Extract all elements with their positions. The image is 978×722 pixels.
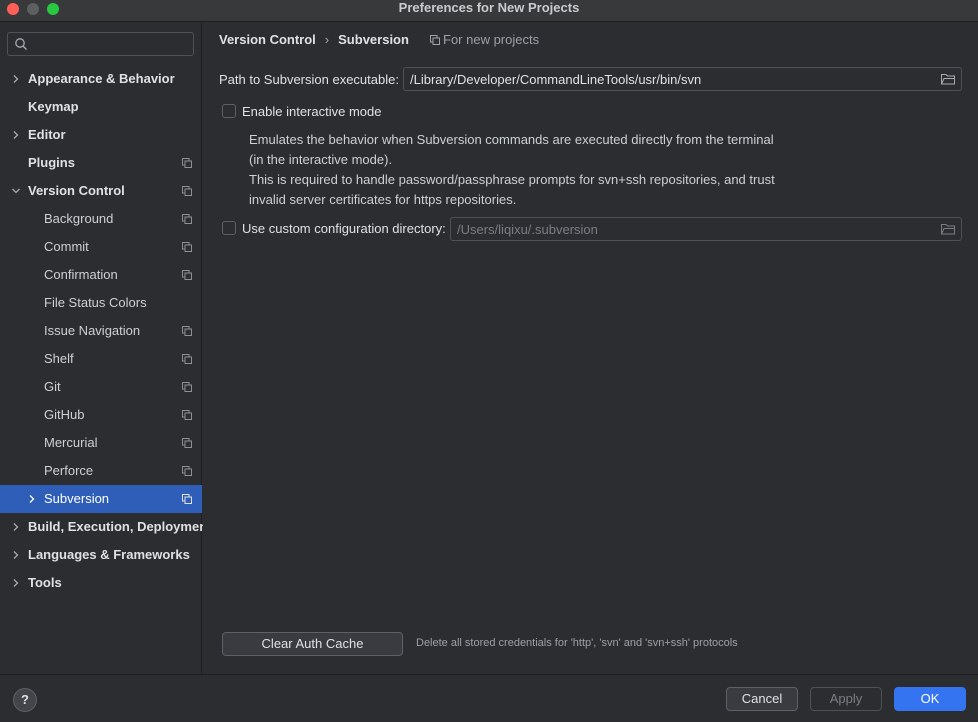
project-scope-icon bbox=[182, 326, 192, 336]
scope-label: For new projects bbox=[443, 32, 540, 47]
sidebar-item-label: File Status Colors bbox=[44, 295, 147, 310]
sidebar-item-label: Mercurial bbox=[44, 435, 98, 450]
sidebar-item-label: Shelf bbox=[44, 351, 74, 366]
svn-path-label: Path to Subversion executable: bbox=[219, 72, 399, 87]
sidebar-item-label: Editor bbox=[28, 127, 66, 142]
interactive-mode-checkbox[interactable] bbox=[222, 104, 236, 118]
custom-config-input[interactable] bbox=[457, 221, 927, 237]
search-input[interactable] bbox=[34, 35, 190, 53]
chevron-right-icon[interactable] bbox=[11, 578, 21, 588]
cancel-button[interactable]: Cancel bbox=[726, 687, 798, 711]
custom-config-field[interactable] bbox=[450, 217, 962, 241]
sidebar-item-editor[interactable]: Editor bbox=[0, 121, 202, 149]
project-scope-icon bbox=[182, 354, 192, 364]
breadcrumb-current: Subversion bbox=[338, 32, 409, 47]
sidebar-item-label: Build, Execution, Deployment bbox=[28, 519, 212, 534]
sidebar-item-github[interactable]: GitHub bbox=[0, 401, 202, 429]
sidebar-item-confirmation[interactable]: Confirmation bbox=[0, 261, 202, 289]
scope-indicator: For new projects bbox=[430, 32, 539, 48]
sidebar-item-file-status-colors[interactable]: File Status Colors bbox=[0, 289, 202, 317]
sidebar-item-plugins[interactable]: Plugins bbox=[0, 149, 202, 177]
dialog-footer: ? Cancel Apply OK bbox=[0, 674, 978, 722]
sidebar-item-label: Appearance & Behavior bbox=[28, 71, 175, 86]
interactive-mode-label[interactable]: Enable interactive mode bbox=[242, 104, 381, 119]
sidebar-item-keymap[interactable]: Keymap bbox=[0, 93, 202, 121]
chevron-right-icon[interactable] bbox=[11, 74, 21, 84]
project-scope-icon bbox=[182, 410, 192, 420]
chevron-right-icon[interactable] bbox=[11, 130, 21, 140]
project-scope-icon bbox=[182, 466, 192, 476]
window-title: Preferences for New Projects bbox=[398, 0, 580, 15]
sidebar-item-commit[interactable]: Commit bbox=[0, 233, 202, 261]
sidebar-item-label: Issue Navigation bbox=[44, 323, 141, 338]
project-scope-icon bbox=[182, 270, 192, 280]
svn-path-input[interactable] bbox=[410, 71, 930, 87]
sidebar-item-version-control[interactable]: Version Control bbox=[0, 177, 202, 205]
sidebar-item-label: Tools bbox=[28, 575, 62, 590]
clear-auth-cache-hint: Delete all stored credentials for 'http'… bbox=[416, 637, 738, 649]
project-scope-icon bbox=[430, 35, 440, 45]
sidebar-item-subversion[interactable]: Subversion bbox=[0, 485, 202, 513]
sidebar-item-mercurial[interactable]: Mercurial bbox=[0, 429, 202, 457]
breadcrumb-separator: › bbox=[324, 32, 330, 47]
project-scope-icon bbox=[182, 242, 192, 252]
sidebar-item-languages-frameworks[interactable]: Languages & Frameworks bbox=[0, 541, 202, 569]
description-line-1: Emulates the behavior when Subversion co… bbox=[249, 132, 774, 167]
sidebar-item-tools[interactable]: Tools bbox=[0, 569, 202, 597]
ok-button[interactable]: OK bbox=[894, 687, 966, 711]
project-scope-icon bbox=[182, 214, 192, 224]
folder-icon[interactable] bbox=[941, 73, 955, 85]
settings-search[interactable] bbox=[7, 32, 194, 56]
sidebar-item-label: Languages & Frameworks bbox=[28, 547, 190, 562]
apply-button[interactable]: Apply bbox=[810, 687, 882, 711]
chevron-right-icon[interactable] bbox=[27, 494, 37, 504]
sidebar-item-label: Confirmation bbox=[44, 267, 118, 282]
chevron-right-icon[interactable] bbox=[11, 522, 21, 532]
svn-path-field[interactable] bbox=[403, 67, 962, 91]
project-scope-icon bbox=[182, 186, 192, 196]
search-icon bbox=[15, 38, 27, 50]
project-scope-icon bbox=[182, 382, 192, 392]
sidebar-item-label: Plugins bbox=[28, 155, 75, 170]
folder-icon[interactable] bbox=[941, 223, 955, 235]
sidebar-item-perforce[interactable]: Perforce bbox=[0, 457, 202, 485]
sidebar-item-label: Keymap bbox=[28, 99, 79, 114]
project-scope-icon bbox=[182, 494, 192, 504]
sidebar-item-label: Subversion bbox=[44, 491, 110, 506]
sidebar-item-label: Commit bbox=[44, 239, 89, 254]
description-line-2: This is required to handle password/pass… bbox=[249, 172, 775, 207]
sidebar-item-label: Version Control bbox=[28, 183, 125, 198]
settings-sidebar: Appearance & Behavior Keymap Editor Plugins… bbox=[0, 23, 211, 674]
sidebar-item-shelf[interactable]: Shelf bbox=[0, 345, 202, 373]
interactive-mode-description: Emulates the behavior when Subversion co… bbox=[249, 130, 789, 210]
sidebar-item-label: Perforce bbox=[44, 463, 94, 478]
sidebar-item-appearance-behavior[interactable]: Appearance & Behavior bbox=[0, 65, 202, 93]
chevron-down-icon[interactable] bbox=[11, 186, 21, 196]
chevron-right-icon[interactable] bbox=[11, 550, 21, 560]
breadcrumb-parent[interactable]: Version Control bbox=[219, 32, 316, 47]
custom-config-label[interactable]: Use custom configuration directory: bbox=[242, 221, 446, 236]
help-button[interactable]: ? bbox=[13, 688, 37, 712]
sidebar-item-label: Git bbox=[44, 379, 61, 394]
clear-auth-cache-button[interactable]: Clear Auth Cache bbox=[222, 632, 403, 656]
sidebar-item-git[interactable]: Git bbox=[0, 373, 202, 401]
settings-content: Version Control › Subversion For new proje… bbox=[203, 23, 978, 674]
title-bar: Preferences for New Projects bbox=[0, 0, 978, 22]
custom-config-checkbox[interactable] bbox=[222, 221, 236, 235]
sidebar-item-build-execution-deployment[interactable]: Build, Execution, Deployment bbox=[0, 513, 211, 541]
sidebar-item-label: GitHub bbox=[44, 407, 85, 422]
project-scope-icon bbox=[182, 158, 192, 168]
sidebar-item-issue-navigation[interactable]: Issue Navigation bbox=[0, 317, 202, 345]
breadcrumb: Version Control › Subversion bbox=[219, 32, 409, 48]
sidebar-item-label: Background bbox=[44, 211, 114, 226]
sidebar-item-background[interactable]: Background bbox=[0, 205, 202, 233]
project-scope-icon bbox=[182, 438, 192, 448]
